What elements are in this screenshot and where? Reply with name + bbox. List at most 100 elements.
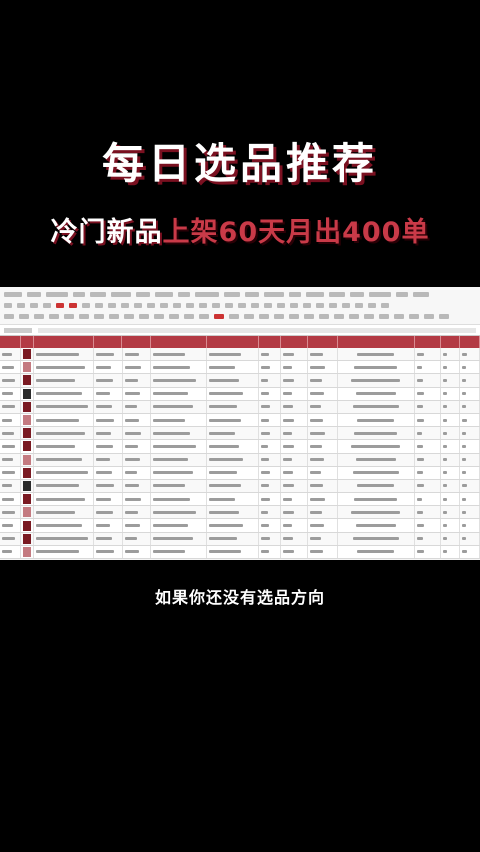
table-cell	[0, 479, 21, 493]
product-thumbnail-icon	[22, 401, 32, 412]
product-thumbnail-icon	[22, 375, 32, 386]
table-cell	[259, 413, 282, 427]
header-cell	[415, 336, 442, 348]
table-cell	[151, 479, 208, 493]
table-cell	[460, 413, 480, 427]
table-row	[0, 361, 480, 375]
table-cell	[21, 427, 35, 440]
table-cell	[338, 413, 415, 427]
table-cell	[259, 519, 282, 532]
table-cell	[460, 374, 480, 387]
table-cell	[151, 400, 208, 413]
ribbon-tool-icon	[245, 292, 259, 297]
table-cell	[441, 466, 461, 479]
cell-reference-box	[4, 327, 32, 333]
table-cell	[308, 532, 338, 545]
ribbon-tool-icon	[184, 314, 194, 319]
table-cell	[281, 348, 308, 361]
header-cell	[151, 336, 208, 348]
table-row	[0, 493, 480, 507]
table-cell	[441, 532, 461, 545]
ribbon-tool-icon	[186, 303, 194, 308]
ribbon-tool-icon	[195, 292, 219, 297]
table-cell	[0, 506, 21, 519]
table-cell	[207, 374, 259, 387]
table-row	[0, 413, 480, 428]
ribbon-tool-icon	[169, 314, 179, 319]
table-cell	[308, 519, 338, 532]
ribbon-tool-icon	[30, 303, 38, 308]
table-row	[0, 519, 480, 533]
table-cell	[34, 400, 95, 413]
video-title: 每日选品推荐	[101, 139, 378, 188]
table-cell	[151, 440, 208, 453]
table-cell	[338, 400, 415, 413]
ribbon-tool-icon	[27, 292, 41, 297]
table-cell	[123, 506, 151, 519]
table-row	[0, 400, 480, 414]
ribbon-tool-icon	[304, 314, 314, 319]
ribbon-tool-icon	[342, 303, 350, 308]
table-cell	[259, 361, 282, 374]
table-cell	[259, 493, 282, 506]
table-cell	[123, 427, 151, 440]
ribbon-tool-icon	[424, 314, 434, 319]
ribbon-tool-icon	[277, 303, 285, 308]
table-cell	[123, 387, 151, 400]
table-row	[0, 532, 480, 546]
table-cell	[338, 440, 415, 453]
ribbon-tool-icon	[364, 314, 374, 319]
ribbon-tool-icon	[43, 303, 51, 308]
product-thumbnail-icon	[22, 454, 32, 465]
table-cell	[441, 387, 461, 400]
table-cell	[281, 506, 308, 519]
table-cell	[0, 466, 21, 479]
table-cell	[441, 413, 461, 427]
table-cell	[207, 348, 259, 361]
table-cell	[94, 361, 123, 374]
ribbon-tool-icon	[379, 314, 389, 319]
table-cell	[94, 348, 123, 361]
header-cell	[0, 336, 21, 348]
video-subtitle: 冷门新品上架60天月出400单	[0, 210, 480, 249]
ribbon-tool-icon	[49, 314, 59, 319]
table-cell	[415, 387, 442, 400]
header-cell	[441, 336, 461, 348]
spreadsheet-screenshot	[0, 287, 480, 560]
table-cell	[441, 400, 461, 413]
table-cell	[308, 374, 338, 387]
table-cell	[415, 440, 442, 453]
ribbon-tool-icon	[264, 292, 284, 297]
table-cell	[259, 374, 282, 387]
table-cell	[308, 479, 338, 493]
table-cell	[0, 427, 21, 440]
ribbon-tool-icon	[396, 292, 408, 297]
table-cell	[415, 479, 442, 493]
table-cell	[259, 506, 282, 519]
table-cell	[123, 440, 151, 453]
table-cell	[308, 361, 338, 374]
table-cell	[34, 374, 95, 387]
table-cell	[151, 348, 208, 361]
table-cell	[21, 532, 35, 545]
ribbon-tool-icon	[369, 292, 391, 297]
table-cell	[94, 440, 123, 453]
table-cell	[94, 519, 123, 532]
table-cell	[94, 532, 123, 545]
ribbon-tool-icon	[225, 303, 233, 308]
table-cell	[0, 361, 21, 374]
table-cell	[308, 545, 338, 558]
ribbon-tool-icon	[160, 303, 168, 308]
ribbon-tool-icon	[17, 303, 25, 308]
table-cell	[21, 545, 35, 558]
ribbon-tool-icon	[82, 303, 90, 308]
table-cell	[281, 453, 308, 466]
table-cell	[441, 479, 461, 493]
table-cell	[0, 400, 21, 413]
table-cell	[415, 413, 442, 427]
ribbon-tool-icon	[108, 303, 116, 308]
table-body	[0, 348, 480, 559]
ribbon-tool-icon	[4, 314, 14, 319]
table-cell	[460, 400, 480, 413]
table-cell	[259, 427, 282, 440]
